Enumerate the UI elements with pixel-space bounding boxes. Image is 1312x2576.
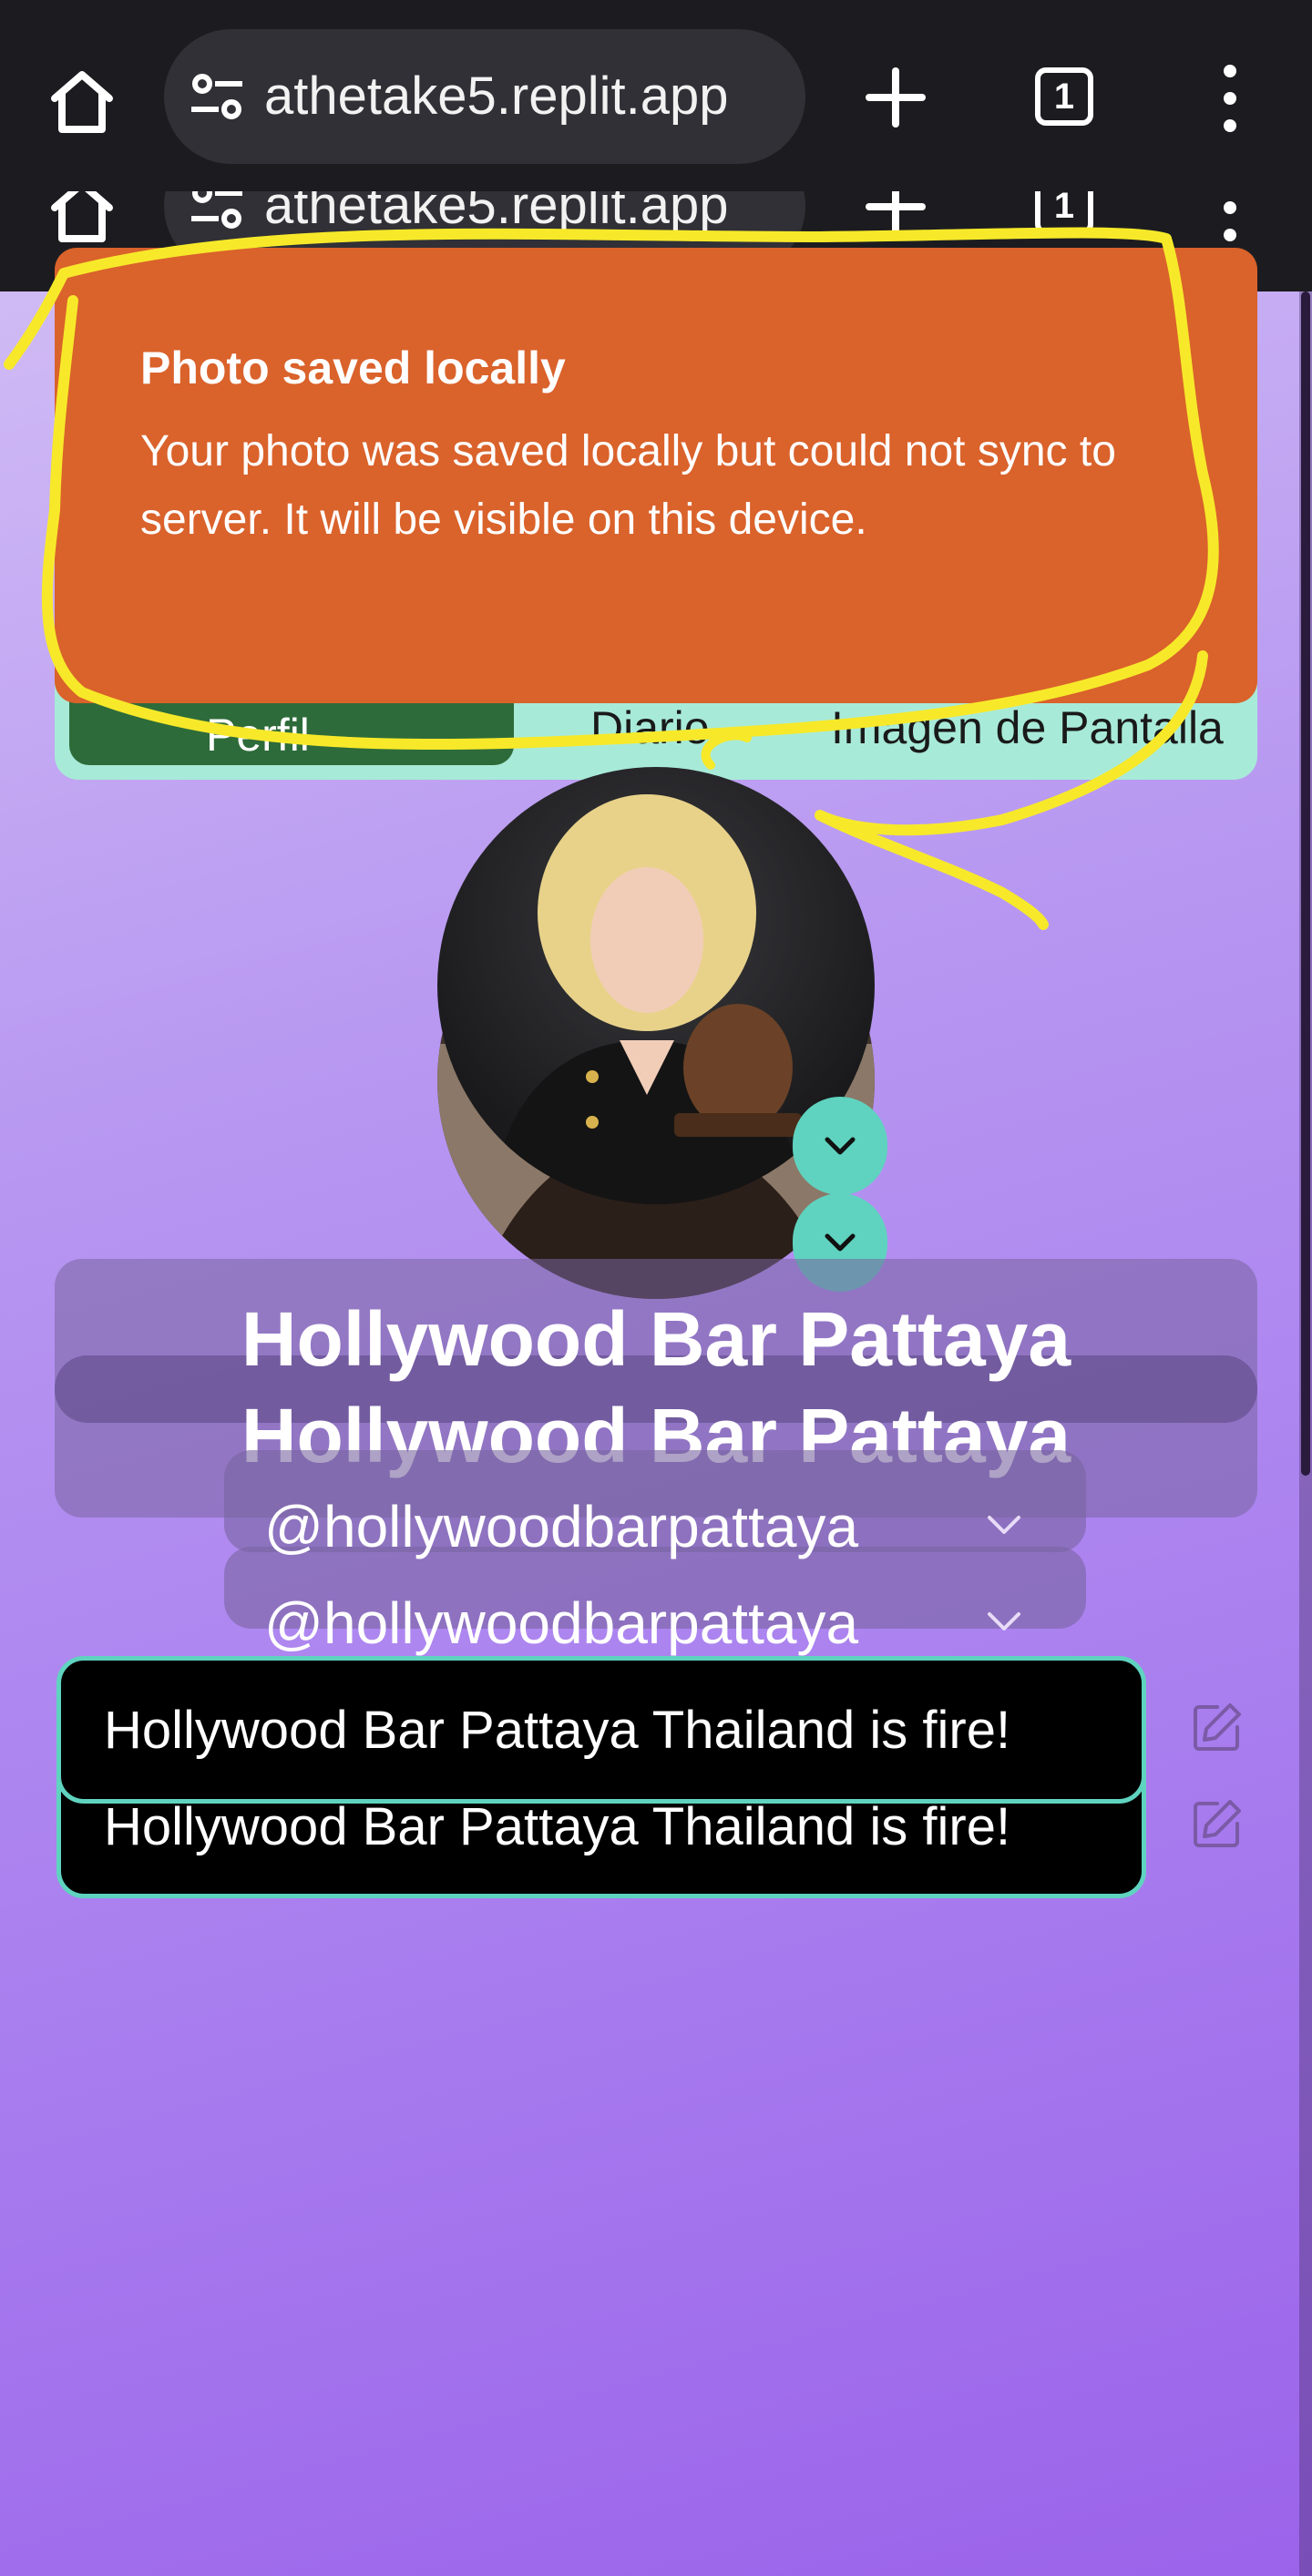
- edit-icon[interactable]: [1190, 1700, 1245, 1754]
- tab-switcher-button[interactable]: 1: [1035, 67, 1093, 126]
- bio-text[interactable]: Hollywood Bar Pattaya Thailand is fire!: [104, 1698, 1010, 1763]
- toast-title: Photo saved locally: [140, 342, 566, 394]
- nav-tab-diario[interactable]: Diario: [590, 701, 710, 754]
- handle-text-duplicate[interactable]: @hollywoodbarpattaya: [264, 1587, 858, 1660]
- toast-message: Your photo was saved locally but could n…: [140, 427, 1116, 544]
- photo-options-button[interactable]: [793, 1097, 887, 1195]
- home-icon[interactable]: [46, 66, 118, 138]
- handle-text[interactable]: @hollywoodbarpattaya: [264, 1490, 858, 1563]
- nav-tab-imagen-de-pantalla[interactable]: Imagen de Pantalla: [831, 701, 1224, 754]
- toast-notification[interactable]: Photo saved locally Your photo was saved…: [55, 248, 1257, 703]
- new-tab-icon[interactable]: [864, 66, 928, 129]
- browser-toolbar: athetake5.replit.app 1 athetake5.replit.…: [0, 0, 1312, 291]
- tab-switcher-button-duplicate: 1: [1035, 191, 1093, 235]
- browser-toolbar-row: athetake5.replit.app 1: [0, 0, 1312, 191]
- address-bar[interactable]: athetake5.replit.app: [164, 29, 805, 164]
- url-text[interactable]: athetake5.replit.app: [264, 64, 784, 129]
- chevron-down-icon[interactable]: [984, 1512, 1024, 1539]
- site-settings-icon: [191, 191, 242, 229]
- url-text-duplicate: athetake5.replit.app: [264, 191, 729, 235]
- edit-icon[interactable]: [1190, 1796, 1245, 1851]
- new-tab-icon: [866, 191, 926, 237]
- display-name[interactable]: Hollywood Bar Pattaya: [0, 1293, 1312, 1385]
- chevron-down-icon: [825, 1137, 856, 1155]
- chevron-down-icon: [825, 1233, 856, 1252]
- home-icon: [51, 191, 113, 242]
- more-menu-icon: [1224, 201, 1236, 241]
- profile-photo-container: [437, 767, 887, 1299]
- site-settings-icon[interactable]: [190, 71, 244, 122]
- bio-text-duplicate[interactable]: Hollywood Bar Pattaya Thailand is fire!: [104, 1794, 1010, 1860]
- chevron-down-icon[interactable]: [984, 1609, 1024, 1636]
- more-menu-icon[interactable]: [1212, 64, 1248, 133]
